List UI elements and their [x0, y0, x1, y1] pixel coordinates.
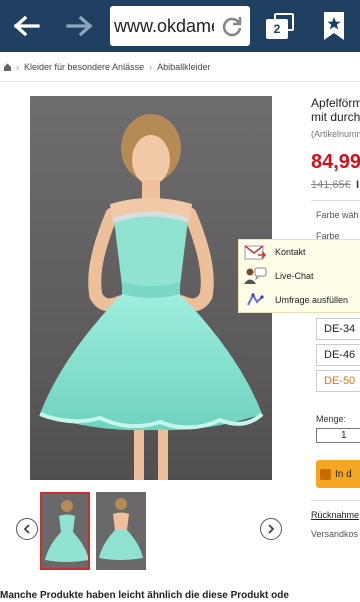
tabs-button[interactable]: 2 — [255, 0, 305, 52]
divider — [0, 81, 360, 82]
arrow-left-icon — [14, 15, 40, 37]
product-note-text: Manche Produkte haben leicht ähnlich die… — [0, 590, 289, 601]
add-to-cart-label: In d — [335, 468, 352, 480]
quantity-input[interactable]: 1 — [316, 428, 360, 443]
home-icon[interactable] — [4, 63, 11, 71]
overlay-contact[interactable]: Kontakt — [239, 240, 360, 264]
old-price: 141,65€ — [311, 179, 351, 191]
return-link[interactable]: Rücknahme — [311, 510, 359, 520]
thumbnail-front[interactable] — [40, 492, 90, 570]
overlay-contact-label: Kontakt — [275, 247, 306, 257]
thumbnail-strip — [10, 488, 300, 574]
current-price: 84,99 — [311, 151, 360, 173]
shipping-costs-link[interactable]: Versandkos — [311, 529, 358, 539]
breadcrumb: › Kleider für besondere Anlässe › Abibal… — [0, 58, 360, 76]
divider — [311, 200, 360, 201]
chevron-right-icon — [268, 524, 275, 534]
product-main-image[interactable] — [30, 96, 272, 480]
product-title: Apfelförm mit durch — [311, 96, 360, 124]
size-option-de50[interactable]: DE-50 — [316, 370, 360, 392]
dress-model-illustration — [39, 114, 264, 480]
product-title-line2: mit durch — [311, 110, 360, 124]
chevron-left-icon — [23, 524, 30, 534]
dress-back-thumb — [96, 492, 146, 570]
tab-count: 2 — [266, 19, 288, 39]
url-bar[interactable]: www.okdame — [110, 6, 250, 46]
divider — [311, 500, 360, 501]
prev-image-button[interactable] — [16, 518, 38, 540]
product-title-line1: Apfelförm — [311, 96, 360, 110]
breadcrumb-item-abiballkleider[interactable]: Abiballkleider — [157, 62, 211, 72]
cart-icon — [320, 468, 331, 480]
chat-icon — [241, 265, 269, 287]
bookmark-button[interactable] — [312, 0, 356, 52]
quantity-label: Menge: — [316, 414, 347, 424]
arrow-right-icon — [66, 15, 92, 37]
overlay-survey[interactable]: Umfrage ausfüllen — [239, 288, 360, 312]
url-text: www.okdame — [114, 15, 214, 36]
breadcrumb-item-kleider[interactable]: Kleider für besondere Anlässe — [24, 62, 144, 72]
thumbnail-back[interactable] — [96, 492, 146, 570]
choose-color-label: Farbe wäh — [316, 210, 359, 220]
article-number: (Artikelnumm — [311, 129, 360, 139]
contact-overlay: Kontakt Live-Chat Umfrage ausfüllen — [238, 239, 360, 313]
add-to-cart-button[interactable]: In d — [316, 460, 360, 488]
dress-front-thumb — [42, 494, 88, 568]
size-option-de34[interactable]: DE-34 — [316, 318, 360, 340]
next-image-button[interactable] — [260, 518, 282, 540]
overlay-live-chat[interactable]: Live-Chat — [239, 264, 360, 288]
reload-icon[interactable] — [220, 14, 244, 38]
mail-icon — [241, 241, 269, 263]
back-button[interactable] — [6, 0, 48, 52]
browser-toolbar: www.okdame 2 — [0, 0, 360, 52]
bookmark-star-icon — [324, 12, 344, 40]
overlay-live-chat-label: Live-Chat — [275, 271, 314, 281]
size-option-de46[interactable]: DE-46 — [316, 344, 360, 366]
overlay-survey-label: Umfrage ausfüllen — [275, 295, 349, 305]
tabs-icon: 2 — [266, 13, 294, 39]
forward-button[interactable] — [58, 0, 100, 52]
survey-icon — [241, 289, 269, 311]
old-price-suffix: I — [356, 179, 360, 191]
